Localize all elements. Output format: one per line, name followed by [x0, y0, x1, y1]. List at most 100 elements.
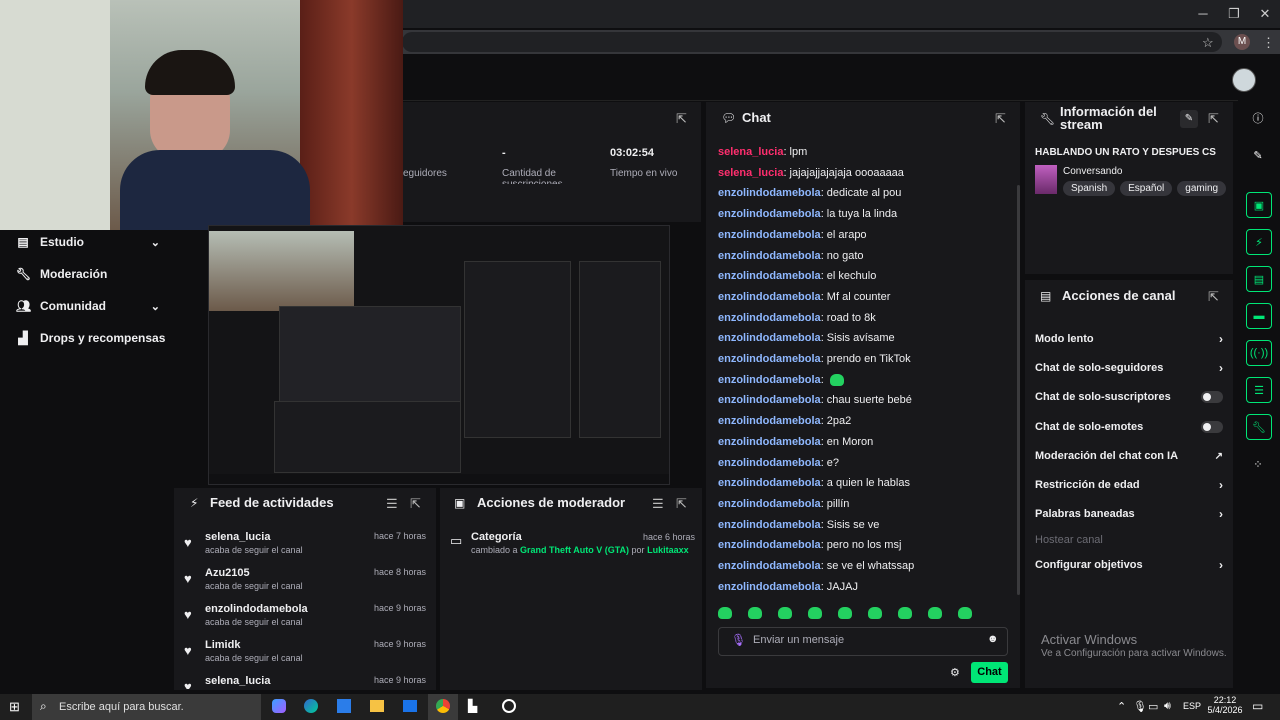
chat-message[interactable]: enzolindodamebola: chau suerte bebé [718, 393, 912, 407]
emote-picker-icon[interactable]: ☻ [987, 633, 999, 645]
emote-icon[interactable] [748, 607, 762, 619]
notifications-icon[interactable]: ▭ [1252, 699, 1263, 713]
chat-username[interactable]: selena_lucia [718, 146, 783, 158]
chat-message[interactable]: selena_lucia: jajajajjajajaja oooaaaaa [718, 166, 904, 180]
document-icon[interactable]: ▤ [1246, 266, 1272, 292]
chat-message[interactable]: enzolindodamebola: se ve el whatssap [718, 559, 914, 573]
chat-message[interactable]: enzolindodamebola: el arapo [718, 228, 867, 242]
windows-start-icon[interactable]: ⊞ [9, 699, 20, 715]
layout-icon[interactable]: ☰ [1246, 377, 1272, 403]
emote-icon[interactable] [958, 607, 972, 619]
chat-message[interactable]: selena_lucia: lpm [718, 145, 807, 159]
bolt-icon[interactable]: ⚡︎ [1246, 229, 1272, 255]
slow-mode-row[interactable]: Modo lento › [1035, 330, 1223, 348]
chat-username[interactable]: enzolindodamebola [718, 229, 821, 241]
chat-message[interactable]: enzolindodamebola: en Moron [718, 435, 873, 449]
emote-icon[interactable] [838, 607, 852, 619]
ai-moderation-row[interactable]: Moderación del chat con IA ↗ [1035, 447, 1223, 465]
close-button[interactable]: ✕ [1250, 6, 1280, 22]
chat-message[interactable]: enzolindodamebola: Sisis se ve [718, 518, 879, 532]
browser-menu-icon[interactable]: ⋮ [1262, 35, 1275, 51]
tag[interactable]: Spanish [1063, 181, 1116, 196]
chat-username[interactable]: enzolindodamebola [718, 560, 821, 572]
broadcast-icon[interactable]: ((·)) [1246, 340, 1272, 366]
feed-item[interactable]: ♥ enzolindodamebola acaba de seguir el can… [184, 603, 430, 635]
emotes-only-row[interactable]: Chat de solo-emotes [1035, 418, 1223, 436]
emote-icon[interactable] [898, 607, 912, 619]
microphone-icon[interactable]: 🎙︎ [731, 633, 746, 647]
chat-message[interactable]: enzolindodamebola: road to 8k [718, 311, 876, 325]
edit-pencil-icon[interactable]: ✎ [1180, 110, 1198, 128]
chat-username[interactable]: enzolindodamebola [718, 581, 821, 593]
stream-info-popout-icon[interactable]: ⇱ [1208, 111, 1219, 127]
emote-icon[interactable] [778, 607, 792, 619]
chat-message[interactable]: enzolindodamebola: 2pa2 [718, 414, 851, 428]
emote-icon[interactable] [928, 607, 942, 619]
category-thumbnail[interactable] [1035, 165, 1057, 194]
chat-username[interactable]: enzolindodamebola [718, 270, 821, 282]
feed-item[interactable]: ♥ Limidk acaba de seguir el canal hace 9 ho… [184, 639, 430, 671]
stats-popout-icon[interactable]: ⇱ [676, 111, 687, 127]
chat-message[interactable]: enzolindodamebola: JAJAJ [718, 580, 858, 594]
audio-app-icon[interactable]: ▙ [468, 699, 477, 713]
chat-message[interactable]: enzolindodamebola: pero no los msj [718, 538, 901, 552]
chat-popout-icon[interactable]: ⇱ [995, 111, 1006, 127]
goals-row[interactable]: Configurar objetivos › [1035, 556, 1223, 574]
chat-username[interactable]: enzolindodamebola [718, 187, 821, 199]
filter-icon[interactable]: ☰ [386, 496, 398, 512]
chat-message[interactable]: enzolindodamebola: no gato [718, 249, 864, 263]
subscribers-only-row[interactable]: Chat de solo-suscriptores [1035, 388, 1223, 406]
filter-icon[interactable]: ☰ [652, 496, 664, 512]
info-icon[interactable]: ⓘ [1246, 106, 1270, 130]
nav-item-drops[interactable]: ▟ Drops y recompensas [16, 326, 176, 350]
tag[interactable]: Español [1120, 181, 1173, 196]
settings-gear-icon[interactable]: ⚙ [950, 666, 960, 679]
restore-button[interactable]: ❐ [1219, 6, 1249, 22]
nav-item-comunidad[interactable]: 👥︎ Comunidad ⌄ [16, 294, 160, 318]
category-name[interactable]: Conversando [1063, 166, 1122, 177]
edge-icon[interactable] [304, 699, 318, 713]
minimize-button[interactable]: ─ [1188, 6, 1218, 21]
subscribers-only-toggle[interactable] [1201, 391, 1223, 403]
chat-message[interactable]: enzolindodamebola: Sisis avísame [718, 331, 895, 345]
age-restriction-row[interactable]: Restricción de edad › [1035, 476, 1223, 494]
chat-send-button[interactable]: Chat [971, 662, 1008, 683]
nav-item-estudio[interactable]: ▤ Estudio ⌄ [16, 230, 160, 254]
wrench-icon[interactable]: 🔧︎ [1246, 414, 1272, 440]
chat-username[interactable]: enzolindodamebola [718, 291, 821, 303]
user-avatar[interactable] [1232, 68, 1256, 92]
banned-words-row[interactable]: Palabras baneadas › [1035, 505, 1223, 523]
chat-message[interactable]: enzolindodamebola: [718, 373, 844, 387]
chat-username[interactable]: enzolindodamebola [718, 477, 821, 489]
channel-actions-popout-icon[interactable]: ⇱ [1208, 289, 1219, 305]
chat-message[interactable]: enzolindodamebola: la tuya la linda [718, 207, 897, 221]
chat-message[interactable]: enzolindodamebola: prendo en TikTok [718, 352, 911, 366]
chat-username[interactable]: enzolindodamebola [718, 498, 821, 510]
file-explorer-icon[interactable] [370, 700, 384, 712]
network-icon[interactable]: ▭ [1148, 700, 1158, 713]
chat-message[interactable]: enzolindodamebola: dedicate al pou [718, 186, 901, 200]
chat-username[interactable]: enzolindodamebola [718, 332, 821, 344]
extensions-icon[interactable]: ⁘ [1246, 452, 1270, 476]
volume-icon[interactable]: 🔊︎ [1164, 700, 1171, 713]
followers-only-row[interactable]: Chat de solo-seguidores › [1035, 359, 1223, 377]
user-link[interactable]: Lukitaaxx [647, 545, 689, 555]
chat-message[interactable]: enzolindodamebola: a quien le hablas [718, 476, 910, 490]
copilot-icon[interactable] [272, 699, 286, 713]
clock[interactable]: 22:12 5/4/2026 [1206, 695, 1244, 715]
chat-username[interactable]: enzolindodamebola [718, 539, 821, 551]
feed-item[interactable]: ♥ selena_lucia hace 9 horas [184, 675, 430, 689]
chat-username[interactable]: enzolindodamebola [718, 519, 821, 531]
address-bar[interactable] [402, 32, 1222, 52]
game-link[interactable]: Grand Theft Auto V (GTA) [520, 545, 629, 555]
mail-icon[interactable] [403, 700, 417, 712]
pencil-icon[interactable]: ✎ [1246, 143, 1270, 167]
keyboard-language[interactable]: ESP [1183, 701, 1201, 711]
chat-username[interactable]: selena_lucia [718, 167, 783, 179]
chrome-icon[interactable] [436, 699, 450, 713]
feed-item[interactable]: ♥ Azu2105 acaba de seguir el canal hace 8 h… [184, 567, 430, 599]
obs-icon[interactable] [502, 699, 516, 713]
mic-tray-icon[interactable]: 🎙︎ [1133, 700, 1147, 713]
chat-icon[interactable]: ▬ [1246, 303, 1272, 329]
chat-username[interactable]: enzolindodamebola [718, 394, 821, 406]
